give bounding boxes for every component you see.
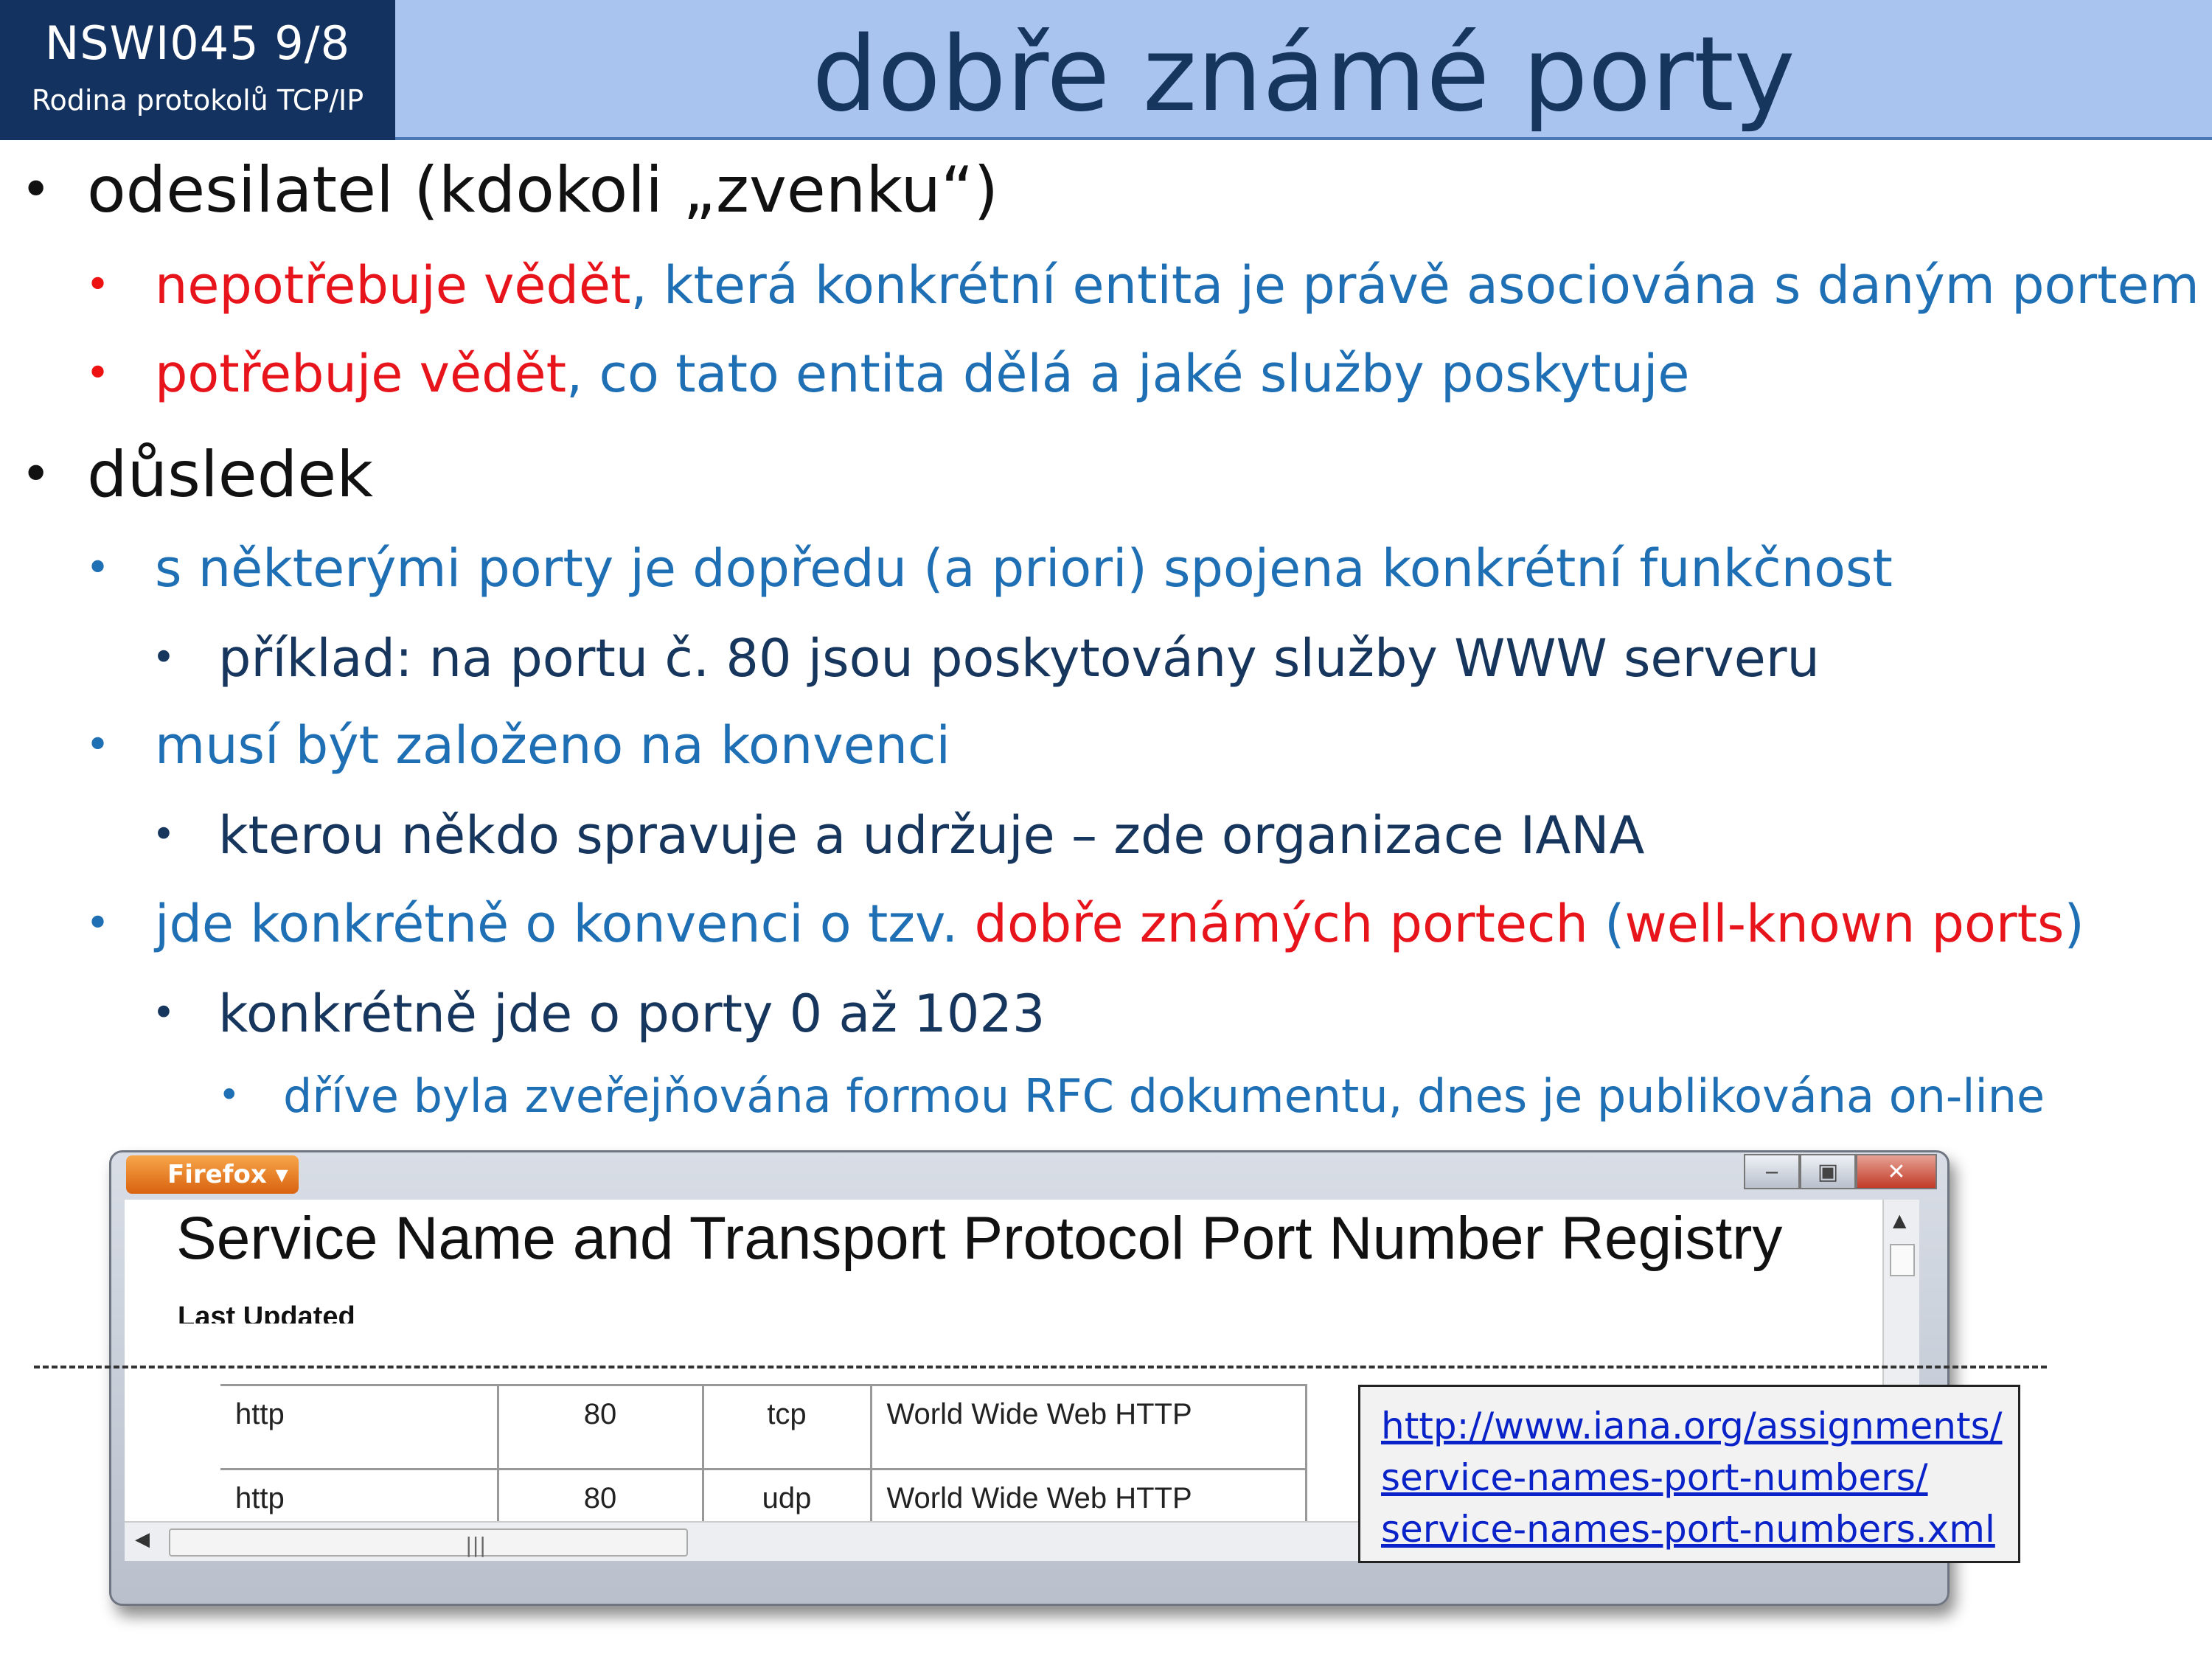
course-code: NSWI045 9/8 xyxy=(44,16,351,70)
bullet-text: odesilatel (kdokoli „zvenku“) xyxy=(87,153,999,227)
grip-icon: ||| xyxy=(465,1533,487,1557)
bullet-text: příklad: na portu č. 80 jsou poskytovány… xyxy=(218,628,1820,689)
iana-link[interactable]: service-names-port-numbers.xml xyxy=(1381,1503,1997,1555)
scroll-up-icon[interactable]: ▲ xyxy=(1893,1210,1906,1231)
bullet-dot: • xyxy=(152,990,175,1036)
course-subtitle: Rodina protokolů TCP/IP xyxy=(31,84,364,116)
description-cell: World Wide Web HTTP xyxy=(871,1384,1307,1470)
port-cell: 80 xyxy=(498,1384,704,1470)
maximize-icon[interactable]: ▣ xyxy=(1800,1154,1856,1189)
firefox-label: Firefox xyxy=(167,1160,267,1189)
highlight-red: dobře známých portech xyxy=(974,894,1588,954)
bullet-text: dříve byla zveřejňována formou RFC dokum… xyxy=(283,1069,2045,1123)
cut-line xyxy=(34,1366,2047,1368)
bullet-text: ) xyxy=(2064,894,2084,954)
bullet-dot: • xyxy=(218,1074,240,1116)
protocol-cell: tcp xyxy=(703,1384,872,1470)
highlight-red: nepotřebuje vědět xyxy=(155,255,631,316)
bullet-dot: • xyxy=(152,634,175,681)
dropdown-icon: ▾ xyxy=(275,1160,288,1189)
iana-link[interactable]: http://www.iana.org/assignments/ xyxy=(1381,1400,2002,1452)
bullet-dot: • xyxy=(21,159,52,220)
bullet-text: , která konkrétní entita je právě asocio… xyxy=(630,255,2199,316)
bullet-text: musí být založeno na konvenci xyxy=(155,715,950,776)
scroll-thumb[interactable]: ||| xyxy=(169,1528,688,1557)
bullet-dot: • xyxy=(152,811,175,858)
bullet-text: důsledek xyxy=(87,438,374,512)
bullet-dot: • xyxy=(86,544,111,592)
highlight-red: potřebuje vědět xyxy=(155,344,567,404)
bullet-dot: • xyxy=(21,444,52,504)
bullet-dot: • xyxy=(86,261,111,309)
table-row: http 80 tcp World Wide Web HTTP xyxy=(220,1384,1307,1470)
bullet-dot: • xyxy=(86,900,111,947)
scroll-thumb[interactable] xyxy=(1890,1244,1915,1276)
close-icon[interactable]: ✕ xyxy=(1856,1154,1937,1189)
bullet-text: , co tato entita dělá a jaké služby posk… xyxy=(566,344,1690,404)
bullet-text: kterou někdo spravuje a udržuje – zde or… xyxy=(218,805,1645,866)
bullet-text: s některými porty je dopředu (a priori) … xyxy=(155,538,1893,599)
bullet-text: jde konkrétně o konvenci o tzv. xyxy=(155,894,975,954)
bullet-text: ( xyxy=(1587,894,1625,954)
page-heading: Service Name and Transport Protocol Port… xyxy=(176,1205,1783,1272)
iana-link-box: http://www.iana.org/assignments/ service… xyxy=(1358,1385,2020,1563)
bullet-dot: • xyxy=(86,721,111,769)
iana-link[interactable]: service-names-port-numbers/ xyxy=(1381,1452,1997,1503)
highlight-red: well-known ports xyxy=(1624,894,2065,954)
bullet-text: konkrétně jde o porty 0 až 1023 xyxy=(218,984,1046,1044)
minimize-icon[interactable]: ‒ xyxy=(1744,1154,1800,1189)
slide-title: dobře známé porty xyxy=(812,15,1795,135)
firefox-menu-button[interactable]: Firefox ▾ xyxy=(126,1155,299,1194)
bullet-dot: • xyxy=(86,349,111,397)
course-badge: NSWI045 9/8 Rodina protokolů TCP/IP xyxy=(0,0,395,140)
scroll-left-icon[interactable]: ◀ xyxy=(135,1528,150,1551)
service-cell: http xyxy=(220,1384,499,1470)
window-controls: ‒ ▣ ✕ xyxy=(1744,1154,1937,1192)
